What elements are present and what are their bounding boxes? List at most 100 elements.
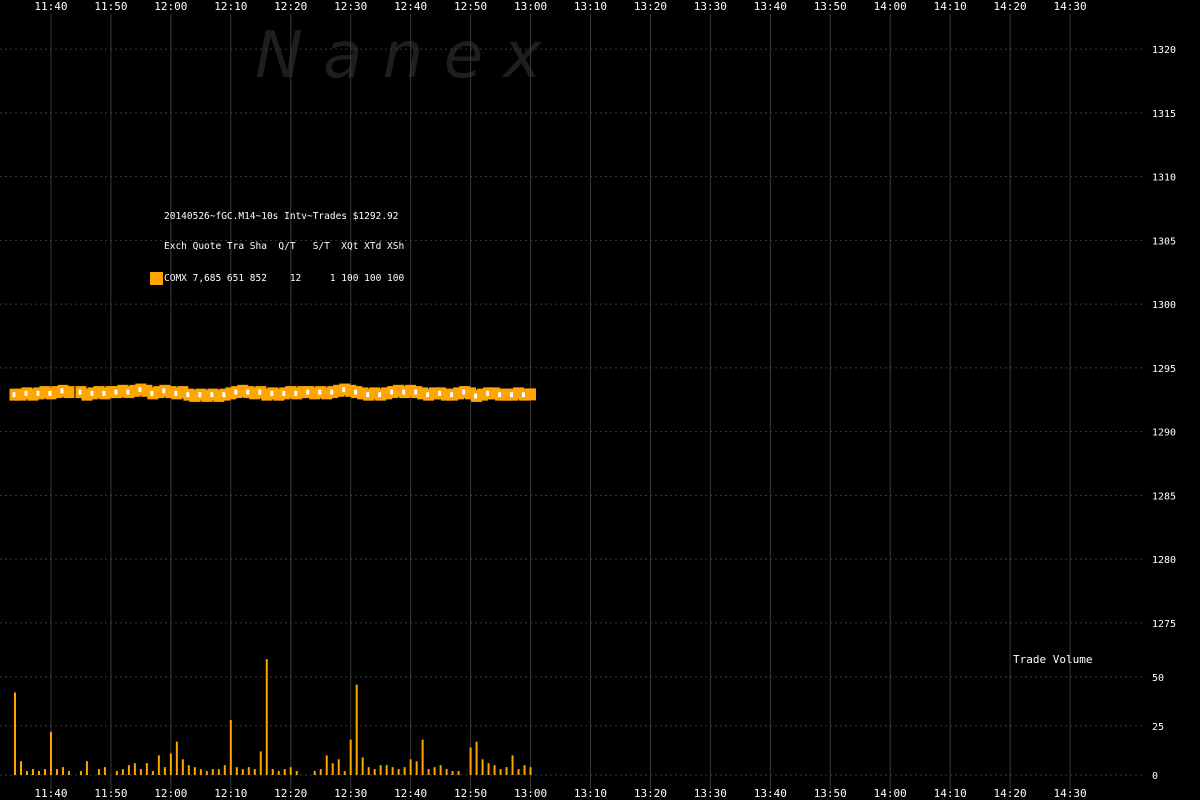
x-tick-label: 13:30 [694, 787, 727, 800]
y-tick-label: 1300 [1152, 300, 1176, 311]
x-tick-label: 12:50 [454, 0, 487, 13]
volume-bar [457, 771, 460, 775]
y-tick-label: 1305 [1152, 236, 1176, 247]
volume-bar [409, 759, 412, 775]
volume-bar [253, 769, 256, 775]
volume-bar [55, 769, 58, 775]
volume-bar [511, 755, 514, 775]
x-tick-label: 13:00 [514, 0, 547, 13]
volume-tick-label: 50 [1152, 673, 1164, 684]
legend-header: Exch Quote Tra Sha Q/T S/T XQt XTd XSh [164, 241, 405, 252]
price-point [63, 386, 75, 399]
volume-bar [283, 769, 286, 775]
volume-bar [343, 771, 346, 775]
x-tick-label: 14:30 [1053, 0, 1086, 13]
legend-swatch [150, 272, 163, 285]
volume-bar [67, 771, 70, 775]
x-tick-label: 11:40 [34, 0, 67, 13]
x-tick-label: 14:00 [874, 0, 907, 13]
x-tick-label: 12:40 [394, 0, 427, 13]
volume-bar [421, 739, 424, 775]
x-tick-label: 14:30 [1053, 787, 1086, 800]
volume-bar [469, 747, 472, 775]
x-tick-label: 13:00 [514, 787, 547, 800]
x-axis-bottom: 11:40 11:50 12:00 12:10 12:20 12:30 12:40 12:50… [34, 787, 1086, 800]
x-tick-label: 12:00 [154, 0, 187, 13]
y-tick-label: 1290 [1152, 428, 1176, 439]
volume-bar [169, 753, 172, 775]
volume-bar [241, 769, 244, 775]
volume-bar [193, 767, 196, 775]
volume-bar [157, 755, 160, 775]
volume-bar [451, 771, 454, 775]
volume-bar [505, 767, 508, 775]
volume-bar [397, 769, 400, 775]
volume-bar [133, 763, 136, 775]
volume-bar [139, 769, 142, 775]
volume-bar [163, 767, 166, 775]
volume-bar [529, 767, 532, 775]
volume-bar [433, 767, 436, 775]
volume-bar [277, 771, 280, 775]
volume-bar [187, 765, 190, 775]
volume-tick-label: 0 [1152, 771, 1158, 782]
x-tick-label: 13:10 [574, 0, 607, 13]
x-tick-label: 11:50 [94, 787, 127, 800]
x-tick-label: 12:10 [214, 0, 247, 13]
volume-bar [355, 684, 358, 775]
y-tick-label: 1315 [1152, 109, 1176, 120]
legend-row-comx: COMX 7,685 651 852 12 1 100 100 100 [164, 272, 405, 284]
volume-bar [229, 720, 232, 775]
volume-bar [205, 771, 208, 775]
volume-bar [487, 763, 490, 775]
volume-bar [259, 751, 262, 775]
x-tick-label: 12:10 [214, 787, 247, 800]
volume-bar [475, 741, 478, 775]
x-tick-label: 13:20 [634, 0, 667, 13]
volume-bar [379, 765, 382, 775]
x-tick-label: 13:50 [814, 787, 847, 800]
volume-bar [247, 767, 250, 775]
x-tick-label: 14:10 [934, 0, 967, 13]
x-tick-label: 12:30 [334, 787, 367, 800]
volume-bar [223, 765, 226, 775]
volume-bar [337, 759, 340, 775]
chart: N a n e x 11:40 11:50 12:00 12:10 12:20 12:30… [0, 0, 1176, 800]
volume-bar [295, 771, 298, 775]
volume-bar [271, 769, 274, 775]
volume-bar [19, 761, 22, 775]
volume-bar [235, 767, 238, 775]
x-tick-label: 12:30 [334, 0, 367, 13]
volume-bar [151, 771, 154, 775]
x-tick-label: 13:20 [634, 787, 667, 800]
x-tick-label: 11:40 [34, 787, 67, 800]
volume-bar [439, 765, 442, 775]
x-tick-label: 13:30 [694, 0, 727, 13]
volume-bar [427, 769, 430, 775]
volume-label: Trade Volume [1013, 653, 1093, 666]
x-tick-label: 14:20 [994, 0, 1027, 13]
volume-bar [25, 771, 28, 775]
volume-bar [97, 769, 100, 775]
y-axis: 1275 1280 1285 1290 1295 1300 1305 1310 1315 1320 [1152, 45, 1176, 630]
volume-bar [481, 759, 484, 775]
volume-bar [385, 765, 388, 775]
volume-bar [199, 769, 202, 775]
volume-bar [115, 771, 118, 775]
volume-bar [313, 771, 316, 775]
volume-bar [85, 761, 88, 775]
x-tick-label: 12:20 [274, 0, 307, 13]
volume-bar [14, 692, 16, 775]
x-tick-label: 12:40 [394, 787, 427, 800]
volume-bar [37, 771, 40, 775]
y-tick-label: 1275 [1152, 619, 1176, 630]
price-point [525, 388, 537, 401]
y-tick-label: 1280 [1152, 555, 1176, 566]
x-tick-label: 12:50 [454, 787, 487, 800]
x-tick-label: 11:50 [94, 0, 127, 13]
x-tick-label: 12:20 [274, 787, 307, 800]
volume-bar [211, 769, 214, 775]
volume-bar [403, 767, 406, 775]
volume-bar [367, 767, 370, 775]
volume-bar [43, 769, 46, 775]
